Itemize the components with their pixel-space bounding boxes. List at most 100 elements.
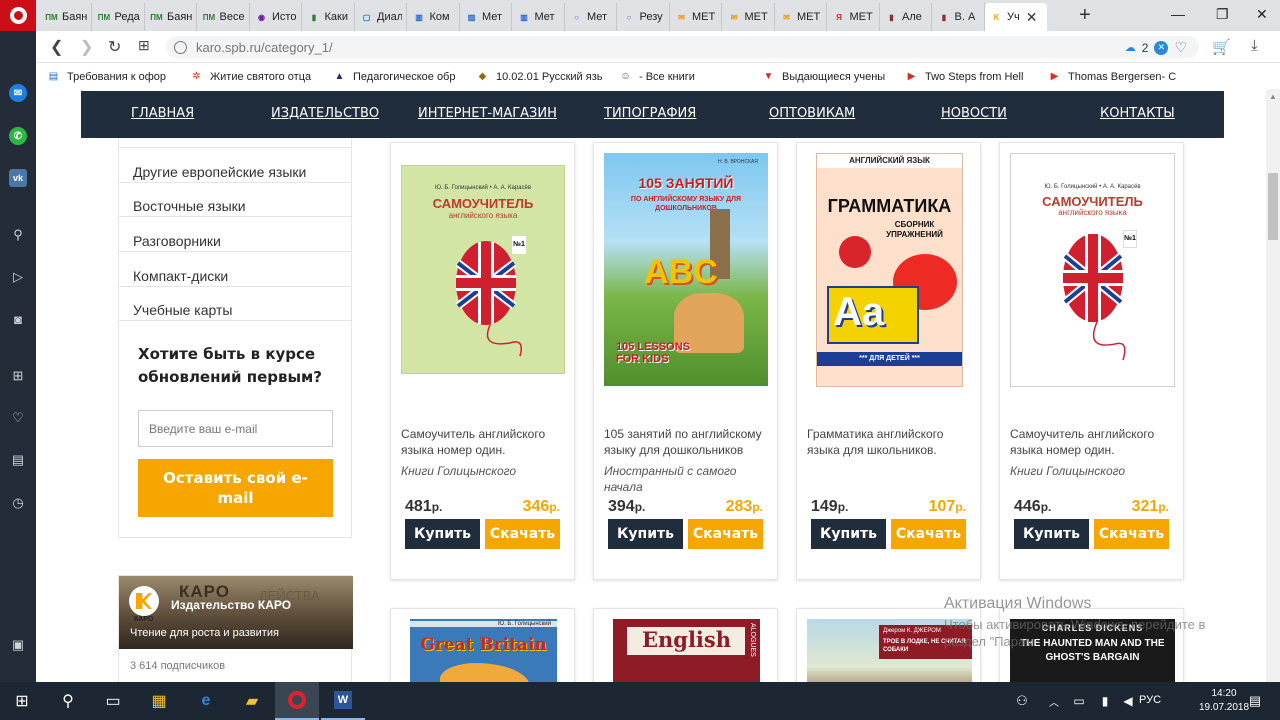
bookmark-item[interactable]: ▼ Выдающиеся учены [761,70,904,83]
forward-button[interactable]: ❯ [80,37,93,57]
product-title[interactable]: Самоучитель английского языка номер один… [401,426,569,458]
browser-tab[interactable]: ✉ МЕТ [723,3,775,31]
store-icon[interactable]: ▦ [148,690,170,712]
book-cover-image[interactable]: Ю. Б. Голицынский Great Britain [410,619,557,682]
category-item-partial[interactable] [119,138,351,148]
page-scrollbar[interactable]: ▲ [1266,89,1280,682]
browser-tab[interactable]: ○ Резу [618,3,670,31]
product-card[interactable]: АНГЛИЙСКИЙ ЯЗЫК ГРАММАТИКА СБОРНИК УПРАЖ… [796,142,981,580]
product-card[interactable]: English ALOGUES [593,608,778,682]
sidebar-toggle-icon[interactable]: ▣ [9,636,27,654]
word-taskbar-icon[interactable]: W [321,682,365,720]
bookmark-item[interactable]: ✲ Житие святого отца [189,70,332,83]
book-cover-image[interactable]: English ALOGUES [613,619,760,682]
network-icon[interactable]: ▭ [1068,690,1090,712]
nav-wholesale[interactable]: ОПТОВИКАМ [769,106,855,121]
buy-button[interactable]: Купить [1014,519,1089,549]
new-tab-button[interactable]: + [1079,4,1091,27]
browser-tab[interactable]: ○ Мет [565,3,617,31]
window-close-icon[interactable]: ✕ [1256,6,1268,23]
nav-publisher[interactable]: ИЗДАТЕЛЬСТВО [271,106,379,121]
shopping-cart-icon[interactable]: 🛒 [1212,38,1231,56]
vk-icon[interactable]: vk [9,169,27,187]
nav-printing[interactable]: ТИПОГРАФИЯ [604,106,696,121]
browser-tab[interactable]: ПМ Весе [198,3,250,31]
vk-community-name[interactable]: Издательство КАРО [171,598,291,612]
email-input[interactable] [138,410,333,447]
apps-grid-icon[interactable]: ⊞ [9,367,27,385]
opera-taskbar-icon[interactable] [275,682,319,720]
file-explorer-icon[interactable]: ▰ [241,690,263,712]
tray-chevron-icon[interactable]: ︿ [1043,690,1065,712]
maximize-icon[interactable]: ❐ [1216,6,1229,23]
scroll-up-arrow-icon[interactable]: ▲ [1269,92,1277,101]
browser-tab[interactable]: ПМ Баян [40,3,92,31]
reload-button[interactable]: ↻ [108,37,121,57]
buy-button[interactable]: Купить [608,519,683,549]
task-view-icon[interactable]: ▭ [102,690,124,712]
category-item-maps[interactable]: Учебные карты [119,286,351,321]
browser-tab[interactable]: ПМ Баян [145,3,197,31]
book-cover-image[interactable]: Ю. Б. Голицынский • А. А. Карасёв САМОУЧ… [1010,153,1175,387]
windows-start-icon[interactable]: ⊞ [11,690,33,712]
battery-icon[interactable]: ▮ [1094,690,1116,712]
search-icon[interactable]: ⚲ [57,690,79,712]
speed-dial-icon[interactable]: ⊞ [138,37,150,54]
nav-shop[interactable]: ИНТЕРНЕТ-МАГАЗИН [418,106,557,121]
category-item-eastern[interactable]: Восточные языки [119,182,351,217]
news-icon[interactable]: ▤ [9,451,27,469]
download-button[interactable]: Скачать [688,519,763,549]
product-card[interactable]: Ю. Б. Голицынский Great Britain [390,608,575,682]
download-button[interactable]: Скачать [891,519,966,549]
bookmark-heart-icon[interactable]: ♡ [1174,39,1187,56]
browser-tab[interactable]: ▥ Ком [408,3,460,31]
book-cover-image[interactable]: Н. В. ВРОНСКАЯ 105 ЗАНЯТИЙ ПО АНГЛИЙСКОМ… [604,153,768,386]
bookmark-item[interactable]: ▤ Требования к офор [46,70,189,83]
people-icon[interactable]: ⚇ [1011,690,1033,712]
browser-tab[interactable]: ▥ Мет [460,3,512,31]
product-card[interactable]: Ю. Б. Голицынский • А. А. Карасёв САМОУЧ… [999,142,1184,580]
url-field[interactable]: karo.spb.ru/category_1/ ☁ 2 ✕ ♡ [166,36,1199,58]
product-card[interactable]: Ю. Б. Голицынский • А. А. Карасёв САМОУЧ… [390,142,575,580]
language-indicator[interactable]: РУС [1139,694,1161,706]
bookmark-item[interactable]: ▲ Педагогическое обр [332,70,475,83]
browser-tab[interactable]: ✉ МЕТ [775,3,827,31]
browser-tab[interactable]: ▢ Диал [355,3,407,31]
minimize-icon[interactable]: — [1171,6,1185,22]
search-icon[interactable]: ⚲ [9,226,27,244]
history-clock-icon[interactable]: ◷ [9,494,27,512]
buy-button[interactable]: Купить [405,519,480,549]
nav-contacts[interactable]: КОНТАКТЫ [1100,106,1175,121]
category-item-phrasebooks[interactable]: Разговорники [119,217,351,252]
subscribe-button[interactable]: Оставить свой e-mail [138,459,333,517]
browser-tab[interactable]: Я МЕТ [828,3,880,31]
browser-tab[interactable]: ▮ Каки [303,3,355,31]
product-title[interactable]: 105 занятий по английскому языку для дош… [604,426,772,458]
bookmark-item[interactable]: ☺ - Все книги [618,70,761,83]
tray-clock[interactable]: 14:20 19.07.2018 [1199,687,1249,715]
browser-tab[interactable]: ▮ В. А [933,3,985,31]
heart-icon[interactable]: ♡ [9,409,27,427]
nav-news[interactable]: НОВОСТИ [941,106,1007,121]
browser-tab[interactable]: ✉ МЕТ [670,3,722,31]
browser-tab[interactable]: K Уч ✕ [985,3,1047,31]
browser-tab[interactable]: ▥ Мет [513,3,565,31]
bookmark-item[interactable]: ▶ Two Steps from Hell [904,70,1047,83]
buy-button[interactable]: Купить [811,519,886,549]
product-title[interactable]: Самоучитель английского языка номер один… [1010,426,1178,458]
product-title[interactable]: Грамматика английского языка для школьни… [807,426,975,458]
bookmark-item[interactable]: ◆ 10.02.01 Русский язь [475,70,618,83]
book-cover-image[interactable]: Ю. Б. Голицынский • А. А. Карасёв САМОУЧ… [401,165,565,374]
back-button[interactable]: ❮ [50,37,63,57]
extension-x-icon[interactable]: ✕ [1154,40,1169,55]
whatsapp-icon[interactable]: ✆ [9,127,27,145]
browser-tab[interactable]: ПМ Реда [93,3,145,31]
product-card[interactable]: Н. В. ВРОНСКАЯ 105 ЗАНЯТИЙ ПО АНГЛИЙСКОМ… [593,142,778,580]
browser-tab[interactable]: ▮ Але [880,3,932,31]
book-cover-image[interactable]: АНГЛИЙСКИЙ ЯЗЫК ГРАММАТИКА СБОРНИК УПРАЖ… [816,153,963,387]
messenger-icon[interactable]: ✉ [9,84,27,102]
action-center-icon[interactable]: ▤ [1244,690,1266,712]
cloud-icon[interactable]: ☁ [1125,41,1136,54]
volume-icon[interactable]: ◀ [1117,690,1139,712]
browser-tab[interactable]: ◉ Исто [250,3,302,31]
